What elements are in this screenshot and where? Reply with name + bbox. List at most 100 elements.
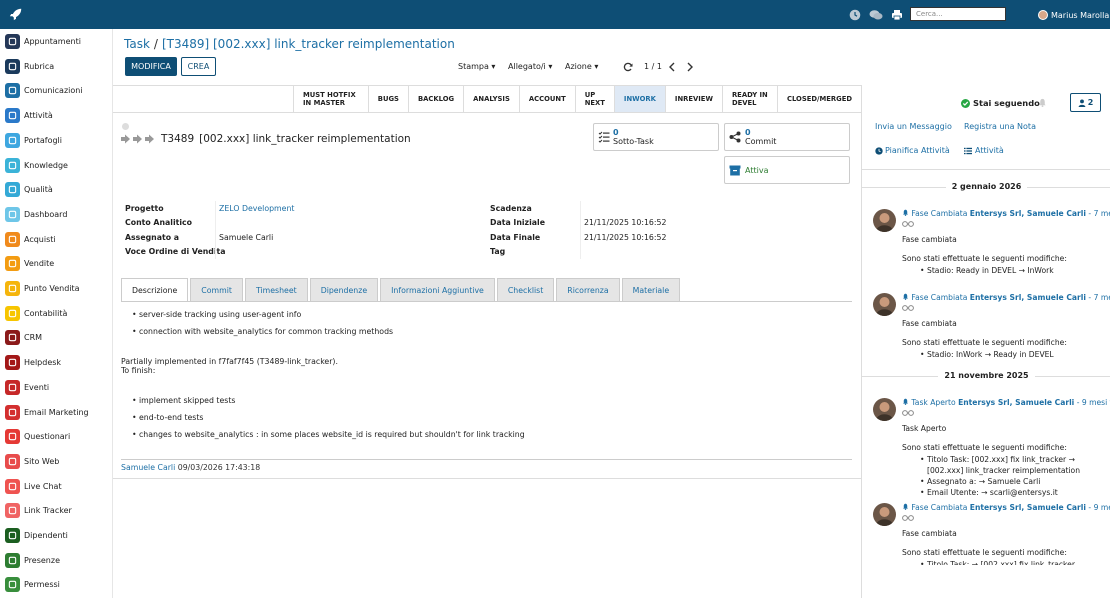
tab-checklist[interactable]: Checklist (496, 278, 555, 302)
glasses-icon[interactable] (902, 409, 914, 416)
scadenza-label: Scadenza (490, 204, 532, 213)
refresh-icon[interactable] (623, 62, 633, 72)
send-message-button[interactable]: Invia un Messaggio (875, 122, 952, 131)
link-icon (5, 503, 20, 519)
followers-button[interactable]: 2 (1070, 93, 1101, 112)
chat-icon[interactable] (869, 9, 883, 21)
sidebar-item-vendite[interactable]: Vendite (5, 255, 111, 272)
commit-stat-button[interactable]: 0 Commit (724, 123, 850, 151)
follow-status[interactable]: Stai seguendo (961, 98, 1040, 108)
stage-up-next[interactable]: UP NEXT (574, 86, 614, 112)
stage-closed-merged[interactable]: CLOSED/MERGED (776, 86, 861, 112)
stage-bugs[interactable]: BUGS (367, 86, 408, 112)
sidebar-item-eventi[interactable]: Eventi (5, 379, 111, 396)
assegnato-value[interactable]: Samuele Carli (219, 233, 273, 242)
activities-button[interactable]: Attività (964, 146, 1004, 155)
description-bullet: implement skipped tests (132, 396, 235, 405)
employees-icon (5, 528, 20, 543)
sidebar-item-live-chat[interactable]: Live Chat (5, 478, 111, 495)
avatar[interactable] (873, 209, 896, 232)
message-authors[interactable]: Entersys Srl, Samuele Carli (970, 209, 1086, 218)
message-authors[interactable]: Entersys Srl, Samuele Carli (970, 503, 1086, 512)
tab-ricorrenza[interactable]: Ricorrenza (556, 278, 620, 302)
crea-button[interactable]: CREA (181, 57, 216, 76)
data-iniziale-value[interactable]: 21/11/2025 10:16:52 (584, 218, 666, 227)
data-finale-value[interactable]: 21/11/2025 10:16:52 (584, 233, 666, 242)
sidebar-item-comunicazioni[interactable]: Comunicazioni (5, 82, 111, 99)
sidebar-item-dashboard[interactable]: Dashboard (5, 206, 111, 223)
tab-informazioni-aggiuntive[interactable]: Informazioni Aggiuntive (380, 278, 495, 302)
glasses-icon[interactable] (902, 514, 914, 521)
chart-icon (5, 256, 20, 272)
sidebar-item-acquisti[interactable]: Acquisti (5, 231, 111, 248)
priority-dot[interactable] (122, 123, 129, 130)
sidebar-item-appuntamenti[interactable]: Appuntamenti (5, 33, 111, 50)
sidebar-item-dipendenti[interactable]: Dipendenti (5, 527, 111, 544)
stage-backlog[interactable]: BACKLOG (407, 86, 463, 112)
modifica-button[interactable]: MODIFICA (125, 57, 177, 76)
chevron-left-icon[interactable] (668, 62, 676, 72)
message-authors[interactable]: Entersys Srl, Samuele Carli (958, 398, 1074, 407)
calendar-icon (5, 34, 20, 49)
date-separator: 21 novembre 2025 (862, 371, 1110, 380)
tab-materiale[interactable]: Materiale (621, 278, 681, 302)
tab-timesheet[interactable]: Timesheet (244, 278, 308, 302)
avatar[interactable] (873, 293, 896, 316)
avatar[interactable] (873, 503, 896, 526)
breadcrumb-parent[interactable]: Task (124, 37, 150, 51)
clock-icon[interactable] (849, 9, 861, 21)
tab-commit[interactable]: Commit (190, 278, 243, 302)
sidebar-item-crm[interactable]: CRM (5, 329, 111, 346)
chevron-right-icon[interactable] (686, 62, 694, 72)
subtask-stat-button[interactable]: 0 Sotto-Task (593, 123, 719, 151)
print-icon[interactable] (891, 9, 903, 21)
sidebar-item-link-tracker[interactable]: Link Tracker (5, 502, 111, 519)
footer-author[interactable]: Samuele Carli (121, 463, 175, 472)
glasses-icon[interactable] (902, 220, 914, 227)
message-change-item: Assegnato a: → Samuele Carli (920, 476, 1107, 487)
sidebar-item-presenze[interactable]: Presenze (5, 552, 111, 569)
priority-stars-icon[interactable] (121, 134, 155, 144)
crm-icon (5, 330, 20, 346)
bulb-icon (5, 157, 20, 173)
sidebar-item-email-marketing[interactable]: Email Marketing (5, 404, 111, 421)
sidebar-item-rubrica[interactable]: Rubrica (5, 58, 111, 75)
sidebar-item-helpdesk[interactable]: Helpdesk (5, 354, 111, 371)
message-body: Task Aperto (902, 424, 947, 433)
stampa-menu[interactable]: Stampa ▾ (458, 62, 495, 71)
schedule-activity-button[interactable]: Pianifica Attività (875, 146, 950, 155)
glasses-icon[interactable] (902, 304, 914, 311)
stage-ready-in-devel[interactable]: READY IN DEVEL (721, 86, 777, 112)
sidebar-item-portafogli[interactable]: Portafogli (5, 132, 111, 149)
sidebar-item-qualit[interactable]: Qualità (5, 181, 111, 198)
sidebar-item-permessi[interactable]: Permessi (5, 576, 111, 593)
tab-dipendenze[interactable]: Dipendenze (309, 278, 379, 302)
sidebar-item-punto-vendita[interactable]: Punto Vendita (5, 280, 111, 297)
user-menu[interactable]: Marius Marolla (1038, 8, 1109, 22)
bell-icon[interactable] (1038, 98, 1047, 107)
stage-inreview[interactable]: INREVIEW (664, 86, 722, 112)
azione-menu[interactable]: Azione ▾ (565, 62, 598, 71)
stage-account[interactable]: ACCOUNT (518, 86, 575, 112)
allegati-menu[interactable]: Allegato/i ▾ (508, 62, 552, 71)
rocket-icon[interactable] (9, 7, 23, 21)
progetto-value[interactable]: ZELO Development (219, 204, 294, 213)
message-change-item: Email Utente: → scarli@entersys.it (920, 487, 1107, 498)
dashboard-icon (5, 206, 20, 222)
stage-must-hotfix-in-master[interactable]: MUST HOTFIX IN MASTER (293, 86, 368, 112)
message-authors[interactable]: Entersys Srl, Samuele Carli (970, 293, 1086, 302)
sidebar-item-knowledge[interactable]: Knowledge (5, 157, 111, 174)
stage-inwork[interactable]: INWORK (613, 86, 665, 112)
tab-descrizione[interactable]: Descrizione (121, 278, 189, 302)
sidebar-item-contabilit[interactable]: Contabilità (5, 305, 111, 322)
divider (113, 478, 861, 479)
sidebar-item-sito-web[interactable]: Sito Web (5, 453, 111, 470)
search-input[interactable]: Cerca... (910, 7, 1006, 21)
stage-analysis[interactable]: ANALYSIS (463, 86, 519, 112)
attiva-button[interactable]: Attiva (724, 156, 850, 184)
sidebar-item-questionari[interactable]: Questionari (5, 428, 111, 445)
avatar[interactable] (873, 398, 896, 421)
message-changes-title: Sono stati effettuate le seguenti modifi… (902, 443, 1067, 452)
sidebar-item-attivit[interactable]: Attività (5, 107, 111, 124)
log-note-button[interactable]: Registra una Nota (964, 122, 1036, 131)
